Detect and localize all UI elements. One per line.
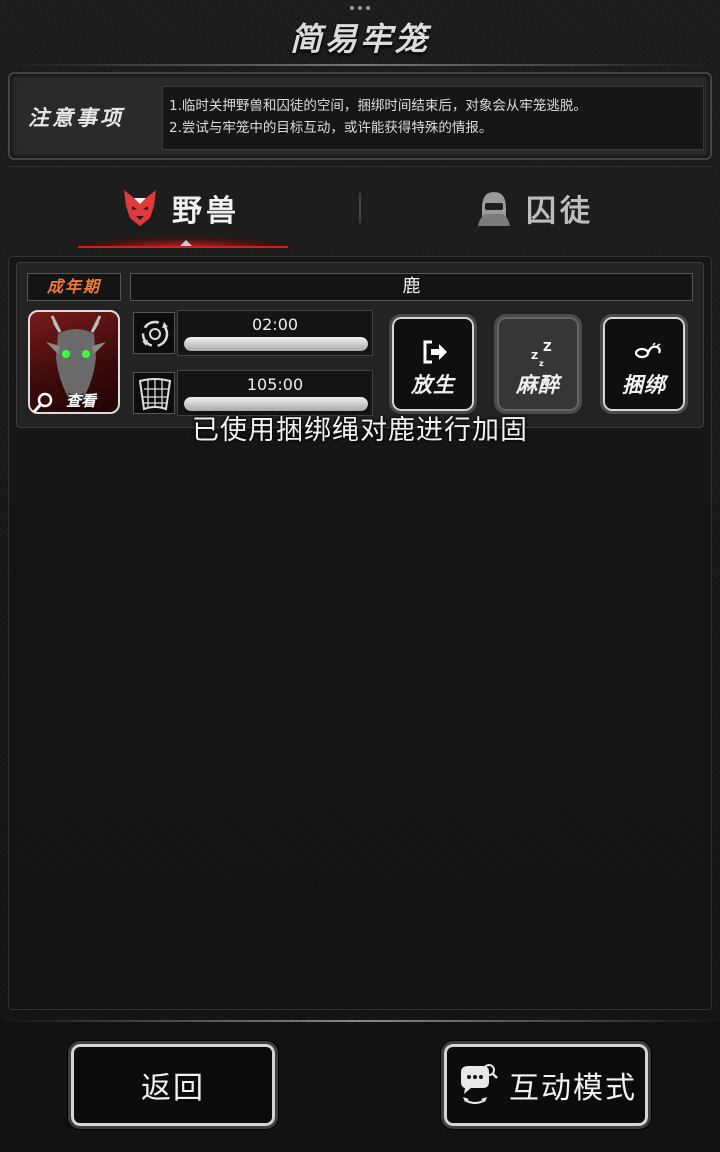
tab-divider bbox=[359, 193, 361, 223]
svg-text:Z: Z bbox=[543, 340, 552, 354]
captive-name: 鹿 bbox=[130, 273, 693, 301]
timer-1-value: 02:00 bbox=[251, 315, 299, 334]
category-tabs: 野兽 囚徒 bbox=[8, 166, 712, 248]
hooded-prisoner-icon bbox=[478, 192, 510, 226]
sleep-z-icon: Z Z z bbox=[531, 340, 552, 367]
svg-text:z: z bbox=[539, 359, 544, 367]
notice-panel: 注意事项 1.临时关押野兽和囚徒的空间，捆绑时间结束后，对象会从牢笼逃脱。 2.… bbox=[8, 72, 712, 160]
exit-arrow-icon bbox=[423, 340, 447, 364]
top-handle-dots bbox=[350, 6, 370, 12]
page-title: 简易牢笼 bbox=[289, 20, 430, 58]
timer-1-fill bbox=[184, 337, 368, 351]
anesthetize-label: 麻醉 bbox=[516, 373, 560, 397]
bind-button[interactable]: 捆绑 bbox=[600, 314, 688, 414]
interact-mode-button[interactable]: 互动模式 bbox=[441, 1041, 651, 1129]
notice-line-1: 1.临时关押野兽和囚徒的空间，捆绑时间结束后，对象会从牢笼逃脱。 bbox=[169, 98, 587, 114]
tab-beast-label: 野兽 bbox=[172, 194, 240, 229]
notice-text-box: 1.临时关押野兽和囚徒的空间，捆绑时间结束后，对象会从牢笼逃脱。 2.尝试与牢笼… bbox=[162, 86, 704, 150]
growth-stage-tag: 成年期 bbox=[27, 273, 121, 301]
bind-label: 捆绑 bbox=[622, 373, 666, 397]
release-button[interactable]: 放生 bbox=[389, 314, 477, 414]
toast-message: 已使用捆绑绳对鹿进行加固 bbox=[192, 415, 528, 446]
interact-mode-label: 互动模式 bbox=[509, 1071, 637, 1106]
timer-2-value: 105:00 bbox=[246, 375, 304, 394]
active-tab-underline bbox=[78, 246, 288, 248]
active-tab-caret bbox=[180, 240, 192, 246]
rope-icon bbox=[634, 342, 661, 359]
cycle-icon-box bbox=[133, 312, 175, 354]
title-divider bbox=[10, 64, 710, 66]
chat-magnifier-icon bbox=[461, 1064, 498, 1104]
anesthetize-button[interactable]: Z Z z 麻醉 bbox=[494, 314, 582, 414]
wolf-icon bbox=[124, 190, 156, 226]
back-button[interactable]: 返回 bbox=[68, 1041, 278, 1129]
release-label: 放生 bbox=[411, 373, 455, 397]
svg-text:Z: Z bbox=[531, 351, 538, 362]
tab-prisoner[interactable]: 囚徒 bbox=[474, 167, 594, 249]
back-label: 返回 bbox=[141, 1071, 205, 1106]
cycle-icon bbox=[141, 320, 169, 348]
notice-line-2: 2.尝试与牢笼中的目标互动，或许能获得特殊的情报。 bbox=[169, 120, 493, 136]
notice-label: 注意事项 bbox=[28, 106, 124, 130]
tab-prisoner-label: 囚徒 bbox=[526, 194, 594, 229]
timer-bar-1: 02:00 bbox=[177, 310, 373, 356]
